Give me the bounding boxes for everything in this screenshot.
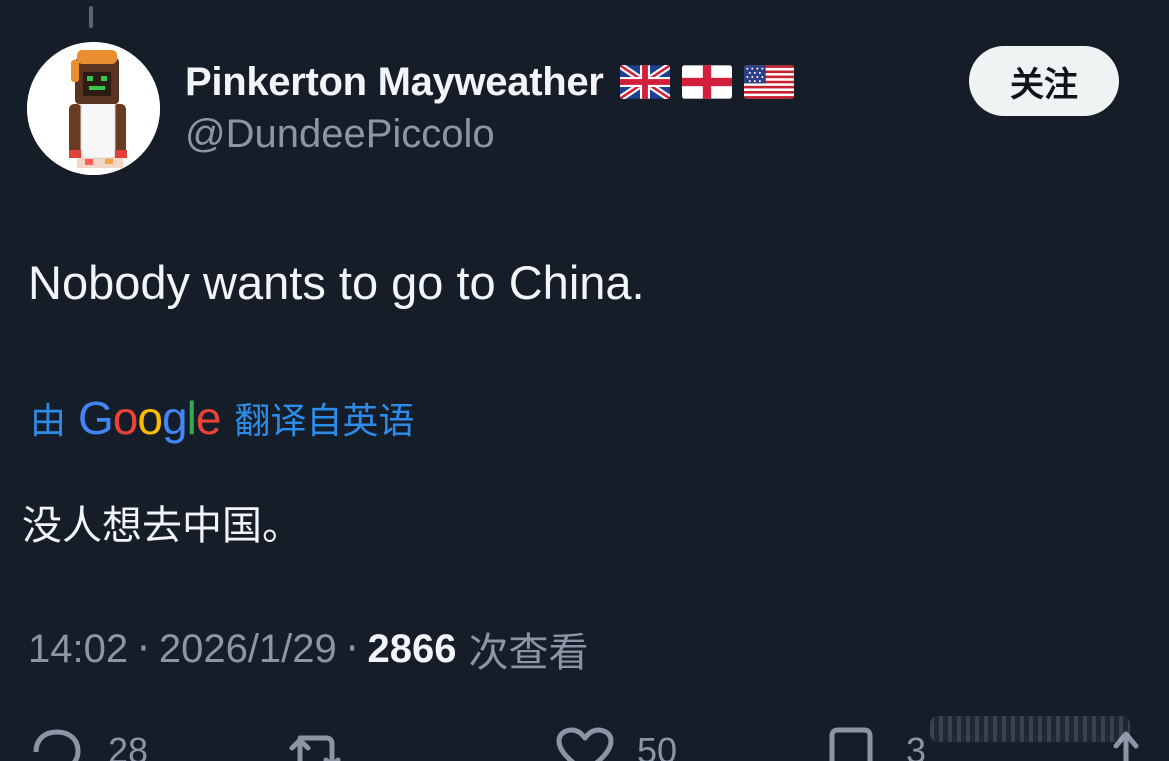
us-flag-icon xyxy=(743,65,794,99)
author-handle[interactable]: @DundeePiccolo xyxy=(185,112,495,157)
views-count: 2866 xyxy=(367,626,457,671)
follow-button[interactable]: 关注 xyxy=(969,46,1119,116)
author-name-row: Pinkerton Mayweather xyxy=(185,54,794,110)
thread-connector-line xyxy=(89,6,93,28)
tweet-time[interactable]: 14:02 xyxy=(28,627,128,672)
translation-suffix: 翻译自英语 xyxy=(234,401,415,442)
views-label: 次查看 xyxy=(468,630,589,676)
bookmark-button[interactable]: 3 xyxy=(824,726,926,761)
bookmark-count: 3 xyxy=(906,730,927,761)
bookmark-icon xyxy=(829,727,873,761)
tweet-date[interactable]: 2026/1/29 xyxy=(159,627,337,672)
watermark xyxy=(930,716,1130,742)
meta-separator: · xyxy=(137,626,150,672)
author-display-name[interactable]: Pinkerton Mayweather xyxy=(185,60,604,105)
reply-count: 28 xyxy=(108,730,149,761)
uk-flag-icon xyxy=(619,65,670,99)
retweet-icon xyxy=(289,735,341,761)
reply-button[interactable]: 28 xyxy=(26,726,148,761)
like-button[interactable]: 50 xyxy=(555,726,677,761)
heart-icon xyxy=(556,727,614,761)
england-flag-icon xyxy=(681,65,732,99)
translation-prefix: 由 xyxy=(30,401,67,442)
like-count: 50 xyxy=(637,730,678,761)
meta-separator: · xyxy=(345,626,359,672)
tweet-metadata: 14:02 · 2026/1/29 · 2866 次查看 xyxy=(28,622,588,676)
retweet-button[interactable] xyxy=(286,726,346,761)
author-flags xyxy=(619,65,794,99)
avatar-image xyxy=(27,42,160,175)
translation-attribution[interactable]: 由 Google 翻译自英语 xyxy=(30,388,414,448)
reply-icon xyxy=(33,729,81,761)
google-logo: Google xyxy=(78,392,221,444)
avatar[interactable] xyxy=(27,42,160,175)
translated-tweet-text: 没人想去中国。 xyxy=(22,503,302,549)
tweet-text: Nobody wants to go to China. xyxy=(28,256,645,309)
